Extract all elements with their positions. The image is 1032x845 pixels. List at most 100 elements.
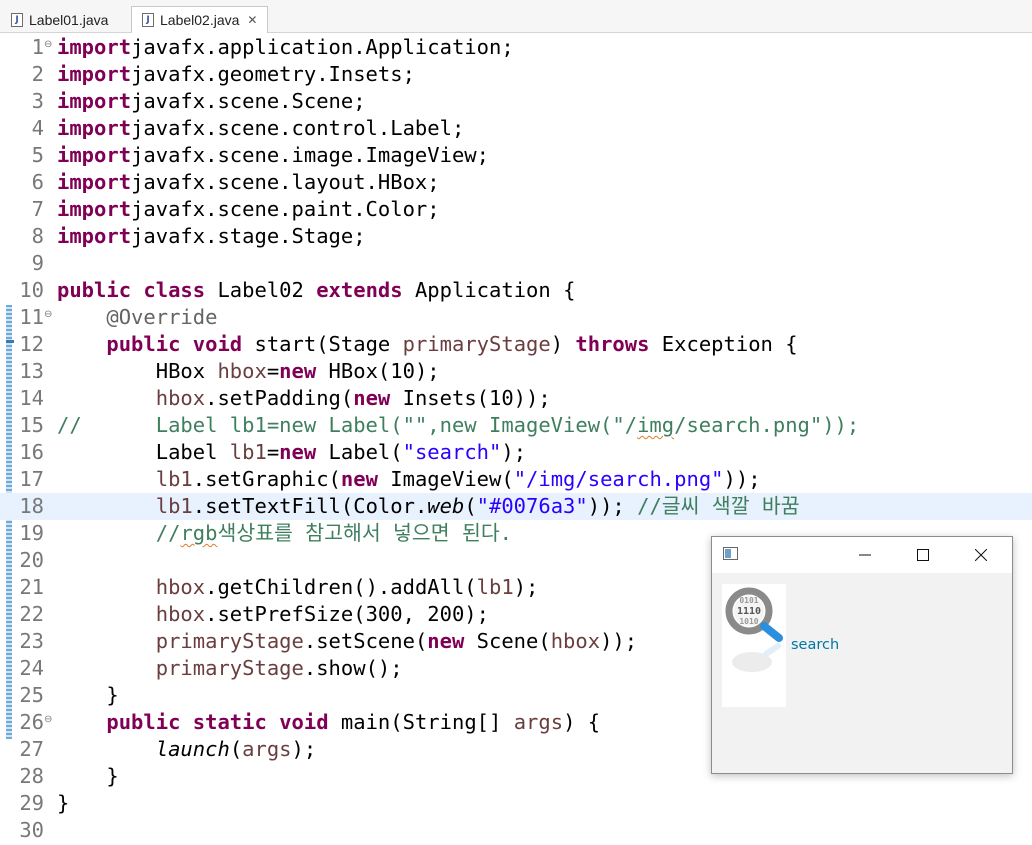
code-text: public class Label02 extends Application… (57, 277, 575, 304)
search-label: search (791, 637, 840, 653)
code-text: } (57, 790, 69, 817)
line-number: 15 (19, 413, 44, 437)
code-token: @Override (106, 305, 218, 329)
code-line[interactable]: 12 public void start(Stage primaryStage)… (0, 331, 1032, 358)
code-token: import (57, 116, 132, 140)
svg-text:1110: 1110 (737, 606, 761, 617)
code-token: = (266, 440, 280, 464)
code-token: hbox (155, 386, 206, 410)
code-token: extends (316, 278, 403, 302)
line-number: 19 (19, 521, 44, 545)
code-line[interactable]: 13 HBox hbox=new HBox(10); (0, 358, 1032, 385)
code-token: hbox (155, 602, 206, 626)
code-token: .setPrefSize(300, 200); (205, 602, 489, 626)
code-token: .setTextFill(Color. (192, 494, 428, 518)
tab-label01-java[interactable]: J Label01.java (0, 6, 128, 32)
code-token: ( (464, 494, 477, 518)
code-text: importjavafx.scene.Scene; (57, 88, 366, 115)
minimize-icon[interactable] (842, 537, 888, 573)
code-line[interactable]: 16 Label lb1=new Label("search"); (0, 439, 1032, 466)
line-number: 20 (19, 548, 44, 572)
line-number: 24 (19, 656, 44, 680)
line-number: 12 (19, 332, 44, 356)
code-line[interactable]: 9 (0, 250, 1032, 277)
code-token: Label02 (205, 278, 317, 302)
code-token: void (279, 710, 329, 734)
code-line[interactable]: 11 ⊖ @Override (0, 304, 1032, 331)
code-token: main(String[] (328, 710, 514, 734)
code-token: primaryStage (402, 332, 551, 356)
code-token: ); (501, 440, 527, 464)
fold-toggle-icon[interactable]: ⊖ (44, 31, 52, 58)
code-token: javafx.scene.image.ImageView; (131, 143, 489, 167)
code-token: hbox (217, 359, 267, 383)
tab-label: Label01.java (29, 11, 109, 28)
close-icon[interactable] (958, 537, 1004, 573)
code-token: args (513, 710, 564, 734)
window-title-bar[interactable] (712, 537, 1012, 573)
line-number: 23 (19, 629, 44, 653)
line-number: 30 (19, 818, 44, 842)
code-line[interactable]: 18 lb1.setTextFill(Color.web("#0076a3"))… (0, 493, 1032, 520)
code-line[interactable]: 5 importjavafx.scene.image.ImageView; (0, 142, 1032, 169)
code-line[interactable]: 10 public class Label02 extends Applicati… (0, 277, 1032, 304)
code-token: lb1 (476, 575, 514, 599)
maximize-icon[interactable] (900, 537, 946, 573)
code-token: Exception { (649, 332, 798, 356)
code-text: public static void main(String[] args) { (57, 709, 600, 736)
code-token: javafx.application.Application; (131, 35, 514, 59)
line-number: 9 (31, 251, 44, 275)
code-line[interactable]: 2 importjavafx.geometry.Insets; (0, 61, 1032, 88)
code-token: } (57, 764, 119, 788)
code-text: importjavafx.scene.paint.Color; (57, 196, 440, 223)
code-text: launch(args); (57, 736, 316, 763)
code-text: primaryStage.setScene(new Scene(hbox)); (57, 628, 637, 655)
code-token: public (57, 278, 132, 302)
code-line[interactable]: 15 // Label lb1=new Label("",new ImageVie… (0, 412, 1032, 439)
code-line[interactable]: 29} (0, 790, 1032, 817)
code-token: HBox (57, 359, 218, 383)
code-token: HBox(10); (316, 359, 440, 383)
code-token: Label( (316, 440, 403, 464)
code-token: )); (587, 494, 625, 518)
code-line[interactable]: 3 importjavafx.scene.Scene; (0, 88, 1032, 115)
code-line[interactable]: 1 ⊖ importjavafx.application.Application; (0, 34, 1032, 61)
code-line[interactable]: 8 importjavafx.stage.Stage; (0, 223, 1032, 250)
fold-toggle-icon[interactable]: ⊖ (44, 301, 52, 328)
code-line[interactable]: 14 hbox.setPadding(new Insets(10)); (0, 385, 1032, 412)
code-token: } (57, 791, 70, 815)
code-text: Label lb1=new Label("search"); (57, 439, 526, 466)
code-line[interactable]: 17 lb1.setGraphic(new ImageView("/img/se… (0, 466, 1032, 493)
code-token: web (427, 494, 465, 518)
line-number: 17 (19, 467, 44, 491)
code-token: lb1 (155, 494, 193, 518)
code-line[interactable]: 7 importjavafx.scene.paint.Color; (0, 196, 1032, 223)
code-token: ImageView( (377, 467, 514, 491)
tab-label02-java[interactable]: J Label02.java ✕ (131, 6, 268, 33)
line-number: 6 (31, 170, 44, 194)
search-icon: 0101 1110 1010 (722, 584, 786, 707)
code-token: 색상표를 참고해서 넣으면 된다. (217, 521, 513, 545)
code-text: hbox.setPrefSize(300, 200); (57, 601, 489, 628)
code-token: ( (229, 737, 243, 761)
line-number: 2 (31, 62, 44, 86)
tab-label: Label02.java (160, 12, 240, 28)
code-token: rgb (180, 521, 218, 545)
code-line[interactable]: 4 importjavafx.scene.control.Label; (0, 115, 1032, 142)
line-number: 13 (19, 359, 44, 383)
code-line[interactable]: 6 importjavafx.scene.layout.HBox; (0, 169, 1032, 196)
close-tab-icon[interactable]: ✕ (247, 13, 257, 27)
code-text: importjavafx.scene.layout.HBox; (57, 169, 440, 196)
line-number: 3 (31, 89, 44, 113)
fold-toggle-icon[interactable]: ⊖ (44, 706, 52, 733)
code-token: javafx.scene.Scene; (131, 89, 366, 113)
code-line[interactable]: 30 (0, 817, 1032, 844)
code-token: new (353, 386, 391, 410)
code-text: public void start(Stage primaryStage) th… (57, 331, 798, 358)
